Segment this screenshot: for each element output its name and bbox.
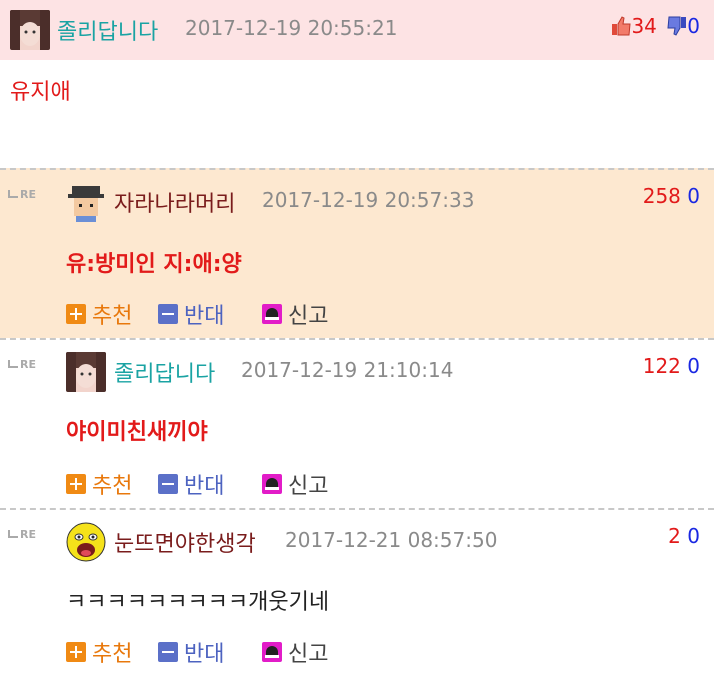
comment-body: 유지애 [10, 80, 71, 105]
recommend-label: 추천 [92, 474, 133, 499]
avatar[interactable] [66, 352, 106, 392]
upvote-count: 258 [642, 184, 681, 208]
plus-icon [66, 474, 86, 494]
plus-icon [66, 304, 86, 324]
report-button[interactable]: 신고 [262, 468, 328, 500]
post-date: 2017-12-19 21:10:14 [241, 358, 454, 382]
comment-body: ㅋㅋㅋㅋㅋㅋㅋㅋㅋ개웃기네 [66, 590, 330, 615]
downvote-count: 0 [687, 14, 700, 38]
reply-comment: RE 자라나라머리 2017-12-19 20:57:33 258 0 유:방미… [0, 168, 714, 338]
author-name[interactable]: 졸리답니다 [57, 14, 158, 46]
vote-counts: 258 0 [643, 184, 700, 208]
plus-icon [66, 642, 86, 662]
author-name[interactable]: 졸리답니다 [114, 356, 215, 388]
minus-icon [158, 642, 178, 662]
siren-icon [262, 474, 282, 494]
author-name[interactable]: 자라나라머리 [114, 186, 235, 218]
report-label: 신고 [288, 304, 329, 329]
author-name[interactable]: 눈뜨면야한생각 [114, 526, 256, 558]
avatar[interactable] [66, 182, 106, 222]
main-comment: 졸리답니다 2017-12-19 20:55:21 34 0 유지애 추천 반대… [0, 0, 714, 217]
reply-indicator: RE [8, 358, 36, 371]
upvote-count: 2 [668, 524, 681, 548]
oppose-label: 반대 [184, 474, 225, 499]
siren-icon [262, 304, 282, 324]
oppose-button[interactable]: 반대 [158, 298, 224, 330]
report-button[interactable]: 신고 [262, 298, 328, 330]
oppose-button[interactable]: 반대 [158, 468, 224, 500]
comment-body: 야이미친새끼야 [66, 420, 208, 445]
upvote-count: 122 [642, 354, 681, 378]
oppose-label: 반대 [184, 642, 225, 667]
downvote-count: 0 [687, 354, 700, 378]
recommend-label: 추천 [92, 304, 133, 329]
post-date: 2017-12-19 20:55:21 [185, 16, 398, 40]
reply-indicator: RE [8, 188, 36, 201]
minus-icon [158, 474, 178, 494]
oppose-button[interactable]: 반대 [158, 636, 224, 668]
reply-comment: RE 졸리답니다 2017-12-19 21:10:14 122 0 야이미친새… [0, 338, 714, 508]
upvote-count: 34 [631, 14, 657, 38]
reply-indicator: RE [8, 528, 36, 541]
post-date: 2017-12-19 20:57:33 [262, 188, 475, 212]
main-comment-header: 졸리답니다 2017-12-19 20:55:21 34 0 [0, 0, 714, 60]
recommend-button[interactable]: 추천 [66, 468, 132, 500]
reply-comment: RE 눈뜨면야한생각 2017-12-21 08:57:50 2 0 ㅋㅋㅋㅋㅋ… [0, 508, 714, 673]
report-label: 신고 [288, 474, 329, 499]
thumbs-down-icon[interactable] [667, 16, 687, 36]
avatar[interactable] [66, 522, 106, 562]
recommend-label: 추천 [92, 642, 133, 667]
avatar[interactable] [10, 10, 50, 50]
thumbs-up-icon[interactable] [611, 16, 632, 36]
vote-counts: 2 0 [668, 524, 700, 548]
downvote-count: 0 [687, 524, 700, 548]
report-label: 신고 [288, 642, 329, 667]
minus-icon [158, 304, 178, 324]
recommend-button[interactable]: 추천 [66, 298, 132, 330]
oppose-label: 반대 [184, 304, 225, 329]
vote-counts: 34 0 [611, 14, 700, 38]
downvote-count: 0 [687, 184, 700, 208]
comment-body: 유:방미인 지:애:양 [66, 252, 242, 277]
post-date: 2017-12-21 08:57:50 [285, 528, 498, 552]
vote-counts: 122 0 [643, 354, 700, 378]
siren-icon [262, 642, 282, 662]
report-button[interactable]: 신고 [262, 636, 328, 668]
recommend-button[interactable]: 추천 [66, 636, 132, 668]
